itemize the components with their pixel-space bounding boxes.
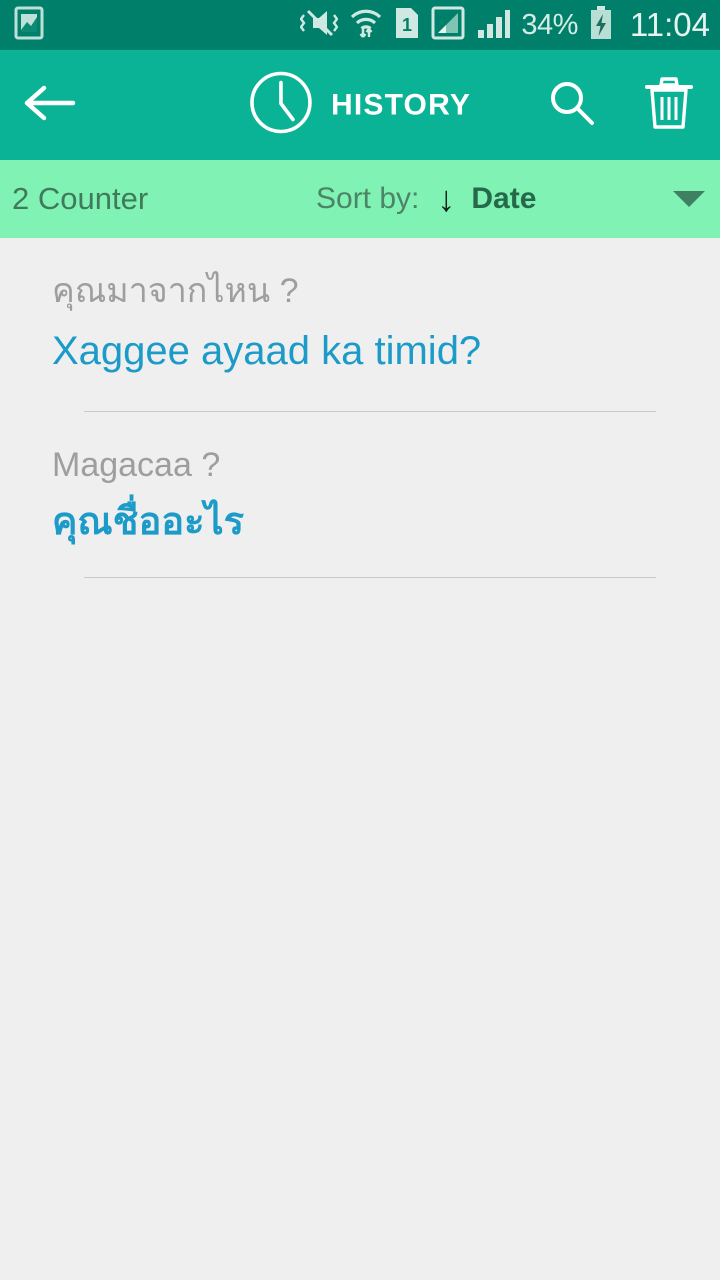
- status-bar-right-icons: 1 34% 11:04: [299, 5, 720, 45]
- screenshot-image-icon: [14, 6, 44, 45]
- back-button[interactable]: [22, 77, 78, 133]
- status-bar: 1 34% 11:04: [0, 0, 720, 50]
- wifi-icon: [349, 6, 383, 45]
- history-source-text: คุณมาจากไหน ?: [52, 272, 299, 310]
- sort-value-label: Date: [471, 182, 537, 215]
- app-bar-title-group: HISTORY: [249, 71, 471, 140]
- history-target-text: คุณชื่ออะไร: [52, 501, 245, 543]
- trash-icon: [644, 75, 694, 136]
- search-icon: [546, 77, 598, 134]
- phone-screen: 1 34% 11:04 HISTORY 2 Counter Sort by: ↓…: [0, 0, 720, 1280]
- back-arrow-icon: [23, 83, 77, 128]
- list-divider: [84, 577, 656, 579]
- sort-by-label: Sort by:: [316, 182, 420, 215]
- delete-history-button[interactable]: [642, 75, 696, 136]
- battery-percent-label: 34%: [521, 8, 578, 41]
- sort-by-control[interactable]: Sort by: ↓ Date: [316, 181, 536, 217]
- signal-sim-icon: [431, 6, 465, 45]
- app-bar: HISTORY: [0, 50, 720, 160]
- chevron-down-icon[interactable]: [673, 191, 705, 207]
- battery-charging-icon: [589, 5, 613, 45]
- list-item[interactable]: Magacaa ? คุณชื่ออะไร: [0, 412, 720, 579]
- history-list: คุณมาจากไหน ? Xaggee ayaad ka timid? Mag…: [0, 238, 720, 1280]
- sort-direction-icon[interactable]: ↓: [437, 181, 455, 217]
- clock-icon: [249, 71, 313, 140]
- svg-text:1: 1: [402, 15, 412, 35]
- sort-bar: 2 Counter Sort by: ↓ Date: [0, 160, 720, 238]
- status-bar-clock: 11:04: [629, 6, 710, 43]
- counter-label: 2 Counter: [12, 181, 149, 216]
- sim-1-icon: 1: [394, 6, 420, 45]
- mute-vibrate-icon: [299, 6, 339, 45]
- search-button[interactable]: [545, 78, 599, 132]
- history-target-text: Xaggee ayaad ka timid?: [52, 328, 482, 373]
- history-source-text: Magacaa ?: [52, 445, 221, 484]
- list-item[interactable]: คุณมาจากไหน ? Xaggee ayaad ka timid?: [0, 238, 720, 412]
- signal-bars-icon: [476, 6, 511, 45]
- status-bar-left-icons: [0, 6, 44, 45]
- page-title: HISTORY: [330, 88, 472, 121]
